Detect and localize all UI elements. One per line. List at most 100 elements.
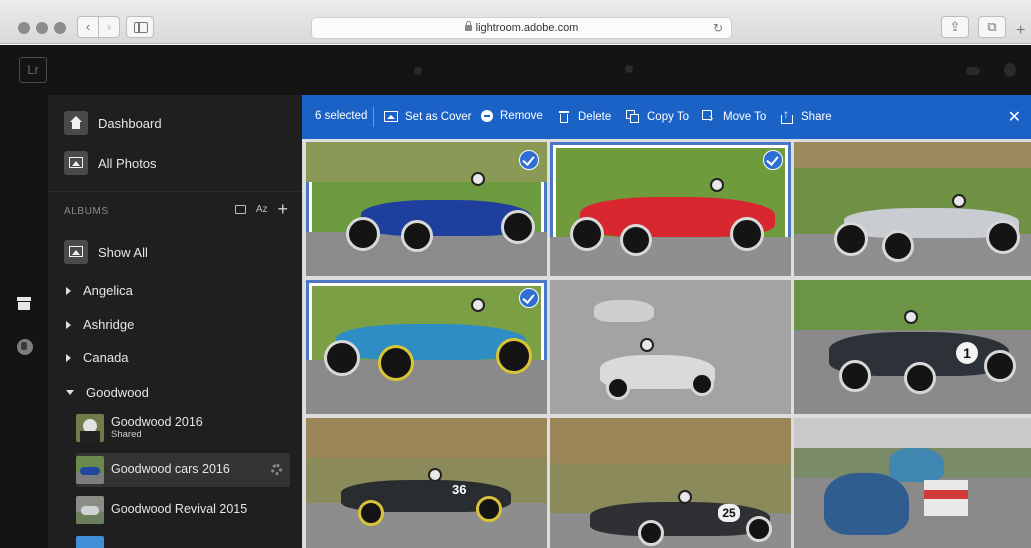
folder-goodwood[interactable]: Goodwood (66, 385, 149, 400)
folder-label: Canada (83, 350, 129, 365)
album-name: Goodwood 2016 (111, 415, 203, 430)
copy-to-button[interactable]: Copy To (626, 110, 689, 124)
selection-count-label: 6 selected (315, 110, 368, 122)
gear-icon[interactable] (271, 464, 282, 475)
lightroom-logo[interactable]: Lr (19, 57, 47, 83)
show-tabs-button[interactable]: ⧉ (978, 16, 1006, 38)
folder-canada[interactable]: Canada (66, 350, 129, 365)
shared-badge: Shared (111, 428, 142, 440)
remove-button[interactable]: Remove (481, 110, 543, 122)
app-header: Lr (0, 45, 1031, 95)
selected-check-icon (519, 288, 539, 308)
url-text: lightroom.adobe.com (475, 22, 579, 34)
new-tab-button[interactable]: + (1016, 22, 1025, 40)
album-thumbnail (76, 496, 104, 524)
folder-label: Goodwood (86, 385, 149, 400)
album-next[interactable] (76, 533, 290, 548)
remove-icon (481, 110, 493, 122)
sidebar-item-label: Show All (98, 244, 148, 260)
album-goodwood-2016[interactable]: Goodwood 2016 Shared (76, 411, 290, 445)
album-thumbnail (76, 414, 104, 442)
photo-thumbnail-red-race-car[interactable] (550, 142, 791, 276)
album-goodwood-cars-2016[interactable]: Goodwood cars 2016 (76, 453, 290, 487)
race-number: 36 (452, 482, 467, 497)
photo-thumbnail-light-blue-race-car[interactable] (306, 280, 547, 414)
sidebar: Dashboard All Photos ALBUMS Az + Show Al… (48, 95, 302, 548)
home-icon (64, 111, 88, 135)
album-thumbnail (76, 536, 104, 548)
action-label: Set as Cover (405, 111, 472, 123)
selected-check-icon (519, 150, 539, 170)
caret-down-icon (66, 390, 74, 395)
set-as-cover-button[interactable]: Set as Cover (384, 110, 471, 124)
albums-tools: Az + (234, 200, 288, 218)
photo-thumbnail-white-sports-cars[interactable] (550, 280, 791, 414)
photo-icon (64, 240, 88, 264)
browser-toolbar: ‹ › lightroom.adobe.com ↻ ⇪ ⧉ + (0, 0, 1031, 44)
sidebar-item-label: Dashboard (98, 115, 162, 131)
album-name: Goodwood cars 2016 (111, 462, 230, 477)
share-icon: ⇪ (949, 19, 961, 34)
header-dim-icon (414, 67, 422, 75)
delete-button[interactable]: Delete (557, 110, 611, 124)
left-rail (0, 95, 48, 548)
photo-thumbnail-silver-race-car[interactable] (794, 142, 1031, 276)
album-text: Goodwood Revival 2015 (111, 503, 247, 516)
set-cover-icon (384, 110, 398, 124)
sort-az-icon[interactable]: Az (256, 204, 268, 215)
album-text: Goodwood 2016 Shared (111, 416, 203, 439)
action-label: Remove (500, 110, 543, 122)
sidebar-item-show-all[interactable]: Show All (64, 240, 148, 264)
caret-right-icon (66, 286, 71, 295)
divider (48, 191, 302, 192)
action-label: Delete (578, 111, 612, 123)
photo-thumbnail-blue-saloon-cars[interactable] (794, 418, 1031, 548)
action-label: Move To (723, 111, 767, 123)
photo-thumbnail-black-sports-car-36[interactable]: 36 (306, 418, 547, 548)
sidebar-item-dashboard[interactable]: Dashboard (64, 111, 162, 135)
trash-icon (557, 110, 571, 124)
close-icon[interactable]: ✕ (1008, 107, 1021, 127)
cloud-icon[interactable] (966, 67, 980, 75)
globe-icon[interactable] (17, 339, 33, 355)
back-button[interactable]: ‹ (77, 16, 99, 38)
move-to-button[interactable]: Move To (702, 110, 766, 124)
album-text: Goodwood cars 2016 (111, 463, 230, 476)
sidebar-item-label: All Photos (98, 155, 157, 171)
filter-icon[interactable] (625, 65, 633, 73)
copy-icon (626, 110, 640, 124)
move-icon (702, 110, 716, 124)
minimize-window-button[interactable] (36, 22, 48, 34)
folder-angelica[interactable]: Angelica (66, 283, 133, 298)
close-window-button[interactable] (18, 22, 30, 34)
address-bar[interactable]: lightroom.adobe.com ↻ (311, 17, 732, 39)
album-view-icon[interactable] (234, 204, 246, 214)
tabs-icon: ⧉ (987, 19, 997, 34)
folder-ashridge[interactable]: Ashridge (66, 317, 134, 332)
forward-button[interactable]: › (98, 16, 120, 38)
caret-right-icon (66, 320, 71, 329)
browser-share-button[interactable]: ⇪ (941, 16, 969, 38)
chevron-right-icon: › (106, 19, 112, 34)
photo-thumbnail-black-sports-car-25[interactable]: 25 (550, 418, 791, 548)
action-label: Share (801, 111, 832, 123)
share-button[interactable]: Share (780, 107, 832, 124)
zoom-window-button[interactable] (54, 22, 66, 34)
photo-icon (64, 151, 88, 175)
photo-thumbnail-blue-race-car[interactable] (306, 142, 547, 276)
reload-icon[interactable]: ↻ (713, 18, 723, 38)
barrier-stripe (924, 490, 968, 499)
sidebar-item-all-photos[interactable]: All Photos (64, 151, 157, 175)
photo-thumbnail-dark-green-sports-car[interactable]: 1 (794, 280, 1031, 414)
chevron-left-icon: ‹ (85, 19, 91, 34)
sidebar-toggle-button[interactable] (126, 16, 154, 38)
folder-label: Angelica (83, 283, 133, 298)
albums-header: ALBUMS (64, 206, 109, 217)
add-album-button[interactable]: + (277, 200, 288, 218)
selection-toolbar: 6 selected Set as Cover Remove Delete Co… (302, 95, 1031, 139)
album-thumbnail (76, 456, 104, 484)
album-name: Goodwood Revival 2015 (111, 502, 248, 517)
archive-icon[interactable] (15, 295, 33, 313)
album-goodwood-revival-2015[interactable]: Goodwood Revival 2015 (76, 493, 290, 527)
avatar[interactable] (1004, 63, 1016, 77)
